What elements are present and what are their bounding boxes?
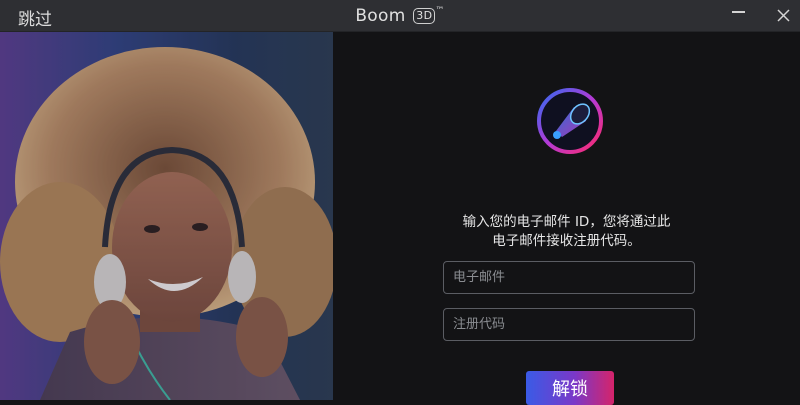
app-badge: 3D: [413, 8, 436, 24]
close-button[interactable]: [771, 5, 795, 25]
trademark: ™: [435, 6, 445, 16]
registration-code-field[interactable]: [443, 308, 695, 341]
close-icon: [776, 8, 790, 22]
app-title: Boom 3D ™: [0, 6, 800, 26]
registration-panel: 输入您的电子邮件 ID，您将通过此 电子邮件接收注册代码。 解锁: [333, 32, 800, 405]
app-name: Boom: [355, 6, 406, 26]
email-field[interactable]: [443, 261, 695, 294]
instruction-text-line1: 输入您的电子邮件 ID，您将通过此: [462, 214, 671, 230]
title-bar: 跳过 Boom 3D ™: [0, 0, 800, 32]
minimize-icon: [731, 11, 745, 13]
boom-logo-icon: [537, 88, 603, 154]
instruction-text-line2: 电子邮件接收注册代码。: [492, 233, 641, 249]
minimize-button[interactable]: [726, 5, 750, 25]
hero-image: [0, 32, 333, 400]
